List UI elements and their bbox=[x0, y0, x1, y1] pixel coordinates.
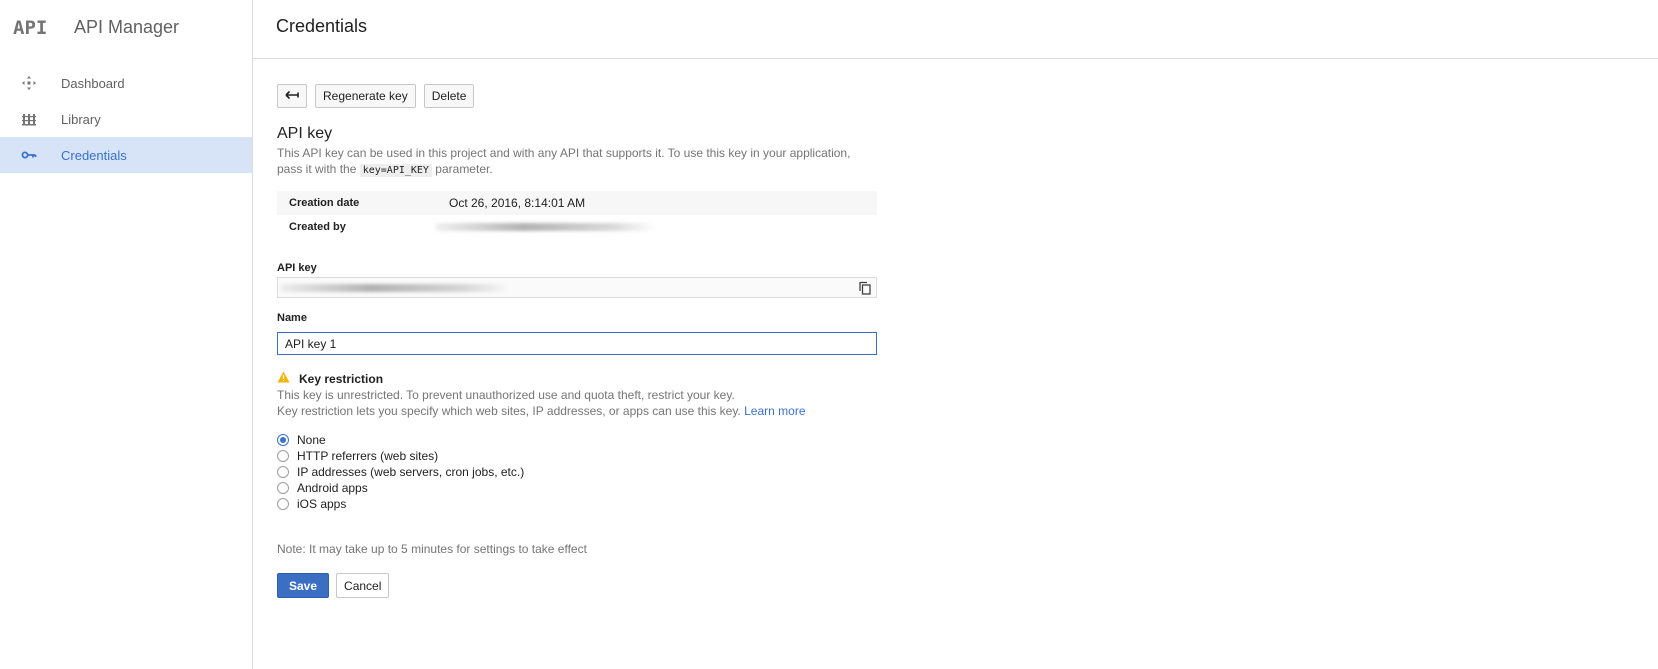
sidebar-item-label: Dashboard bbox=[61, 75, 125, 91]
key-icon bbox=[20, 146, 38, 164]
restriction-line-2: Key restriction lets you specify which w… bbox=[277, 403, 806, 419]
toolbar: Regenerate key Delete bbox=[277, 84, 475, 108]
radio-option-ip-addresses[interactable]: IP addresses (web servers, cron jobs, et… bbox=[277, 464, 524, 480]
sidebar-item-credentials[interactable]: Credentials bbox=[0, 137, 252, 173]
restriction-options: None HTTP referrers (web sites) IP addre… bbox=[277, 432, 524, 512]
radio-option-http-referrers[interactable]: HTTP referrers (web sites) bbox=[277, 448, 524, 464]
api-key-field[interactable] bbox=[277, 277, 877, 298]
creation-date-value: Oct 26, 2016, 8:14:01 AM bbox=[449, 196, 586, 210]
sidebar: API API Manager Dashboard Library Creden… bbox=[0, 0, 253, 669]
radio-option-ios-apps[interactable]: iOS apps bbox=[277, 496, 524, 512]
radio-button[interactable] bbox=[277, 482, 289, 494]
radio-label: Android apps bbox=[297, 481, 368, 495]
name-input[interactable] bbox=[277, 332, 877, 355]
radio-button[interactable] bbox=[277, 450, 289, 462]
key-restriction-description: This key is unrestricted. To prevent una… bbox=[277, 387, 806, 419]
radio-option-android-apps[interactable]: Android apps bbox=[277, 480, 524, 496]
radio-label: HTTP referrers (web sites) bbox=[297, 449, 439, 463]
restriction-line-1: This key is unrestricted. To prevent una… bbox=[277, 388, 735, 402]
api-key-redacted bbox=[280, 284, 510, 292]
radio-button[interactable] bbox=[277, 434, 289, 446]
restriction-line-2-text: Key restriction lets you specify which w… bbox=[277, 404, 741, 418]
back-arrow-icon bbox=[285, 89, 299, 103]
settings-note: Note: It may take up to 5 minutes for se… bbox=[277, 542, 587, 556]
api-key-heading: API key bbox=[277, 125, 333, 142]
api-key-field-label: API key bbox=[277, 262, 317, 274]
creation-date-row: Creation date Oct 26, 2016, 8:14:01 AM bbox=[277, 191, 877, 215]
key-metadata: Creation date Oct 26, 2016, 8:14:01 AM C… bbox=[277, 191, 877, 239]
dashboard-icon bbox=[20, 74, 38, 92]
sidebar-nav: Dashboard Library Credentials bbox=[0, 65, 252, 173]
regenerate-key-button[interactable]: Regenerate key bbox=[315, 84, 416, 108]
desc-code: key=API_KEY bbox=[359, 164, 432, 177]
radio-label: None bbox=[297, 433, 326, 447]
library-icon bbox=[20, 110, 38, 128]
main-panel: Credentials Regenerate key Delete API ke… bbox=[253, 0, 1658, 669]
form-actions: Save Cancel bbox=[277, 573, 390, 598]
name-field-label: Name bbox=[277, 312, 307, 324]
app: API API Manager Dashboard Library Creden… bbox=[0, 0, 1658, 669]
app-title: API Manager bbox=[74, 17, 180, 37]
creation-date-label: Creation date bbox=[289, 197, 360, 209]
radio-button[interactable] bbox=[277, 466, 289, 478]
created-by-row: Created by bbox=[277, 215, 877, 239]
created-by-label: Created by bbox=[289, 221, 346, 233]
radio-button[interactable] bbox=[277, 498, 289, 510]
created-by-redacted bbox=[435, 223, 655, 231]
radio-label: iOS apps bbox=[297, 497, 347, 511]
key-restriction-header: Key restriction bbox=[277, 370, 383, 388]
sidebar-item-label: Library bbox=[61, 111, 101, 127]
save-button[interactable]: Save bbox=[277, 573, 330, 598]
api-key-description: This API key can be used in this project… bbox=[277, 145, 877, 179]
radio-option-none[interactable]: None bbox=[277, 432, 524, 448]
page-header: Credentials bbox=[253, 0, 1658, 59]
radio-label: IP addresses (web servers, cron jobs, et… bbox=[297, 465, 525, 479]
desc-text-2: parameter. bbox=[435, 162, 493, 176]
api-logo: API bbox=[13, 16, 48, 39]
sidebar-item-label: Credentials bbox=[61, 147, 127, 163]
delete-button[interactable]: Delete bbox=[423, 84, 475, 108]
page-title: Credentials bbox=[276, 16, 368, 36]
copy-icon[interactable] bbox=[856, 279, 874, 297]
sidebar-item-dashboard[interactable]: Dashboard bbox=[0, 65, 252, 101]
learn-more-link[interactable]: Learn more bbox=[744, 404, 805, 418]
brand: API API Manager bbox=[0, 0, 252, 55]
warning-icon bbox=[277, 370, 290, 388]
cancel-button[interactable]: Cancel bbox=[336, 573, 390, 598]
sidebar-item-library[interactable]: Library bbox=[0, 101, 252, 137]
back-button[interactable] bbox=[277, 84, 307, 108]
key-restriction-title: Key restriction bbox=[299, 372, 384, 386]
